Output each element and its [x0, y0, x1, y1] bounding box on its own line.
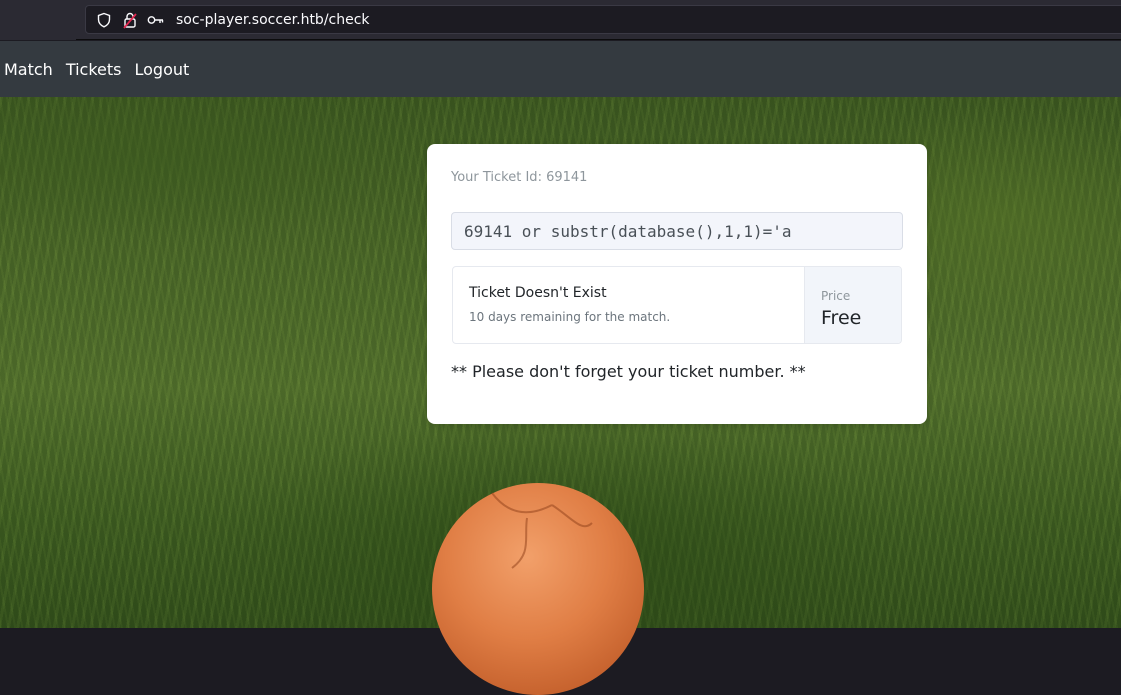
- price-label: Price: [821, 289, 851, 303]
- nav-link-logout[interactable]: Logout: [135, 60, 190, 79]
- url-text: soc-player.soccer.htb/check: [176, 11, 370, 28]
- price-value: Free: [821, 307, 862, 329]
- site-navbar: Match Tickets Logout: [0, 41, 1121, 97]
- ticket-search-input[interactable]: [451, 212, 903, 250]
- browser-toolbar: soc-player.soccer.htb/check: [0, 0, 1121, 40]
- ticket-result-info: Ticket Doesn't Exist 10 days remaining f…: [453, 267, 805, 343]
- ticket-id-label: Your Ticket Id: 69141: [451, 170, 588, 185]
- ticket-result-subtitle: 10 days remaining for the match.: [469, 310, 671, 324]
- ticket-result: Ticket Doesn't Exist 10 days remaining f…: [452, 266, 902, 344]
- key-icon[interactable]: [146, 10, 166, 30]
- lock-icon[interactable]: [120, 10, 140, 30]
- shield-icon[interactable]: [94, 10, 114, 30]
- ticket-check-card: Your Ticket Id: 69141 Ticket Doesn't Exi…: [427, 144, 927, 424]
- address-bar[interactable]: soc-player.soccer.htb/check: [85, 5, 1121, 34]
- nav-link-match[interactable]: Match: [4, 60, 53, 79]
- ticket-result-title: Ticket Doesn't Exist: [469, 285, 607, 301]
- ball-seam-lines: [491, 492, 593, 569]
- browser-tab-area: [0, 0, 76, 40]
- ticket-reminder: ** Please don't forget your ticket numbe…: [451, 362, 806, 381]
- nav-link-tickets[interactable]: Tickets: [66, 60, 122, 79]
- ticket-price-panel: Price Free: [804, 267, 901, 343]
